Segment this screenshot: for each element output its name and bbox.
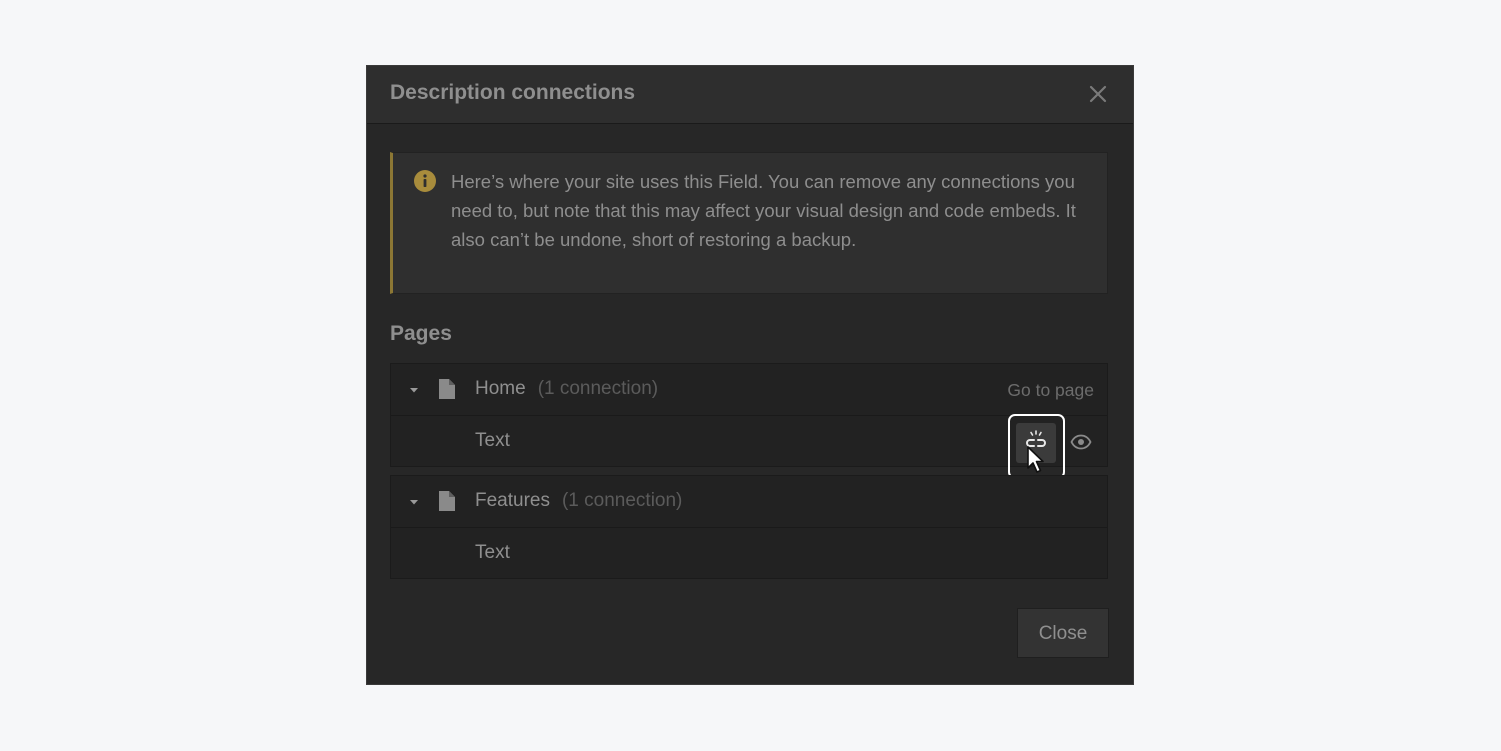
mouse-pointer-icon xyxy=(1027,446,1044,473)
info-icon xyxy=(414,170,436,192)
caret-down-icon[interactable] xyxy=(407,383,421,397)
page-icon xyxy=(439,379,455,399)
eye-icon[interactable] xyxy=(1070,431,1092,453)
page-name: Features (1 connection) xyxy=(475,490,682,512)
close-icon[interactable] xyxy=(1087,83,1109,105)
modal-header: Description connections xyxy=(367,66,1133,124)
notice-text: Here’s where your site uses this Field. … xyxy=(451,171,1076,250)
connection-label: Text xyxy=(475,430,510,451)
page-name-label: Home xyxy=(475,378,526,399)
page-name: Home (1 connection) xyxy=(475,378,658,400)
modal-title: Description connections xyxy=(390,81,636,104)
page-group-header: Features (1 connection) xyxy=(391,476,1107,528)
connection-label: Text xyxy=(475,542,510,563)
page-group-header: Home (1 connection) Go to page xyxy=(391,364,1107,416)
close-button[interactable]: Close xyxy=(1017,608,1109,658)
connection-count: (1 connection) xyxy=(561,490,683,511)
info-notice: Here’s where your site uses this Field. … xyxy=(390,152,1108,294)
connection-row: Text xyxy=(391,528,1107,579)
page-name-label: Features xyxy=(475,490,550,511)
page-icon xyxy=(439,491,455,511)
go-to-page-link[interactable]: Go to page xyxy=(1007,380,1094,401)
connection-row: Text xyxy=(391,414,1107,479)
connections-modal: Description connections Here’s where you… xyxy=(367,66,1133,684)
page-group-features: Features (1 connection) Text xyxy=(390,475,1108,579)
page-group-home: Home (1 connection) Go to page Text xyxy=(390,363,1108,479)
connection-count: (1 connection) xyxy=(537,378,659,399)
pages-heading: Pages xyxy=(390,322,452,345)
caret-down-icon[interactable] xyxy=(407,495,421,509)
